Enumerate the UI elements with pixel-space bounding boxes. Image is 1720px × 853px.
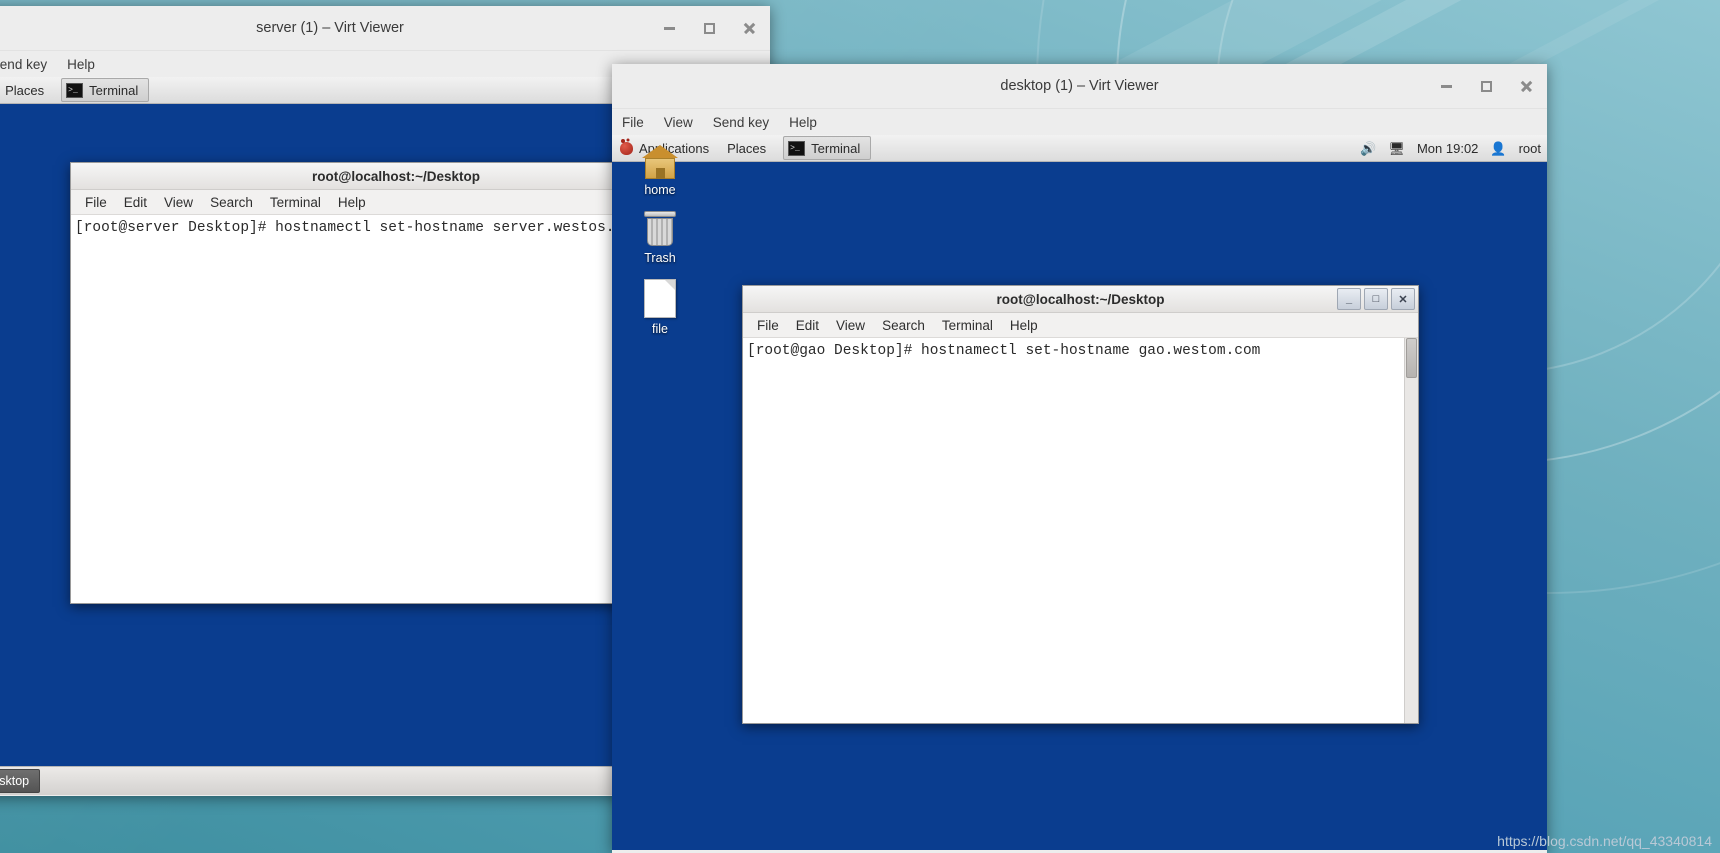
minimize-button[interactable] [658,17,680,39]
terminal-icon: >_ [788,141,805,156]
terminal-menu-search[interactable]: Search [210,195,253,210]
user-menu[interactable]: root [1519,141,1541,156]
volume-icon[interactable]: 🔊 [1360,142,1376,155]
terminal-title-text: root@localhost:~/Desktop [312,169,480,184]
user-icon: 👤 [1490,142,1506,155]
guest-display-desktop[interactable]: Applications Places >_ Terminal 🔊 🖥 Mon … [612,135,1547,850]
gnome-status-area: 🔊 🖥 Mon 19:02 👤 root [1360,135,1541,161]
places-menu[interactable]: Places [0,77,53,103]
terminal-scrollbar[interactable] [1404,338,1418,723]
trash-icon [643,211,677,247]
terminal-menu-terminal[interactable]: Terminal [942,318,993,333]
close-icon [743,22,756,35]
desktop-icon-trash[interactable]: Trash [612,211,708,265]
taskbar-item-terminal[interactable]: >_ Terminal [783,136,871,160]
virt-viewer-window-desktop[interactable]: desktop (1) – Virt Viewer File View Send… [612,64,1547,853]
terminal-menu-help[interactable]: Help [1010,318,1038,333]
menu-view[interactable]: View [664,115,693,130]
maximize-button[interactable] [698,17,720,39]
window-title-server: server (1) – Virt Viewer [0,6,770,50]
bottom-taskbar-item[interactable]: @localhost:~/Desktop [0,769,40,793]
window-controls-desktop [1435,64,1537,108]
terminal-menu-edit[interactable]: Edit [124,195,147,210]
menubar-desktop: File View Send key Help [612,109,1547,135]
taskbar-item-label: Terminal [811,141,860,156]
terminal-output-desktop[interactable]: [root@gao Desktop]# hostnamectl set-host… [743,338,1418,723]
terminal-close-button[interactable]: ✕ [1391,288,1415,310]
minimize-icon [1441,85,1452,88]
terminal-line: [root@gao Desktop]# hostnamectl set-host… [743,338,1418,360]
terminal-menu-view[interactable]: View [836,318,865,333]
minimize-button[interactable] [1435,75,1457,97]
terminal-titlebar-desktop[interactable]: root@localhost:~/Desktop _ □ ✕ [743,286,1418,313]
maximize-button[interactable] [1475,75,1497,97]
terminal-menu-edit[interactable]: Edit [796,318,819,333]
watermark: https://blog.csdn.net/qq_43340814 [1497,833,1712,849]
terminal-menu-file[interactable]: File [757,318,779,333]
maximize-icon [704,23,715,34]
titlebar-server[interactable]: server (1) – Virt Viewer [0,6,770,51]
terminal-maximize-button[interactable]: □ [1364,288,1388,310]
menu-send-key[interactable]: Send key [713,115,769,130]
taskbar-item-label: Terminal [89,83,138,98]
menu-help[interactable]: Help [789,115,817,130]
home-folder-icon [640,145,680,179]
titlebar-desktop[interactable]: desktop (1) – Virt Viewer [612,64,1547,109]
close-button[interactable] [1515,75,1537,97]
menu-send-key[interactable]: Send key [0,57,47,72]
desktop-icons-desktop: home Trash file [612,145,708,350]
desktop-icon-label: file [652,322,668,336]
clock[interactable]: Mon 19:02 [1417,141,1478,156]
terminal-window-desktop[interactable]: root@localhost:~/Desktop _ □ ✕ File Edit… [742,285,1419,724]
terminal-menu-file[interactable]: File [85,195,107,210]
window-title-desktop: desktop (1) – Virt Viewer [612,64,1547,108]
close-icon [1520,80,1533,93]
places-menu[interactable]: Places [718,135,775,161]
terminal-menu-search[interactable]: Search [882,318,925,333]
gnome-top-panel-desktop: Applications Places >_ Terminal 🔊 🖥 Mon … [612,135,1547,162]
taskbar-item-terminal[interactable]: >_ Terminal [61,78,149,102]
terminal-scrollbar-thumb[interactable] [1406,338,1417,378]
minimize-icon [664,27,675,30]
display-icon[interactable]: 🖥 [1388,142,1405,155]
desktop-icon-file[interactable]: file [612,279,708,336]
terminal-minimize-button[interactable]: _ [1337,288,1361,310]
terminal-menu-help[interactable]: Help [338,195,366,210]
window-controls-server [658,6,760,50]
terminal-window-controls: _ □ ✕ [1337,288,1415,310]
file-icon [644,279,676,318]
terminal-icon: >_ [66,83,83,98]
desktop-icon-label: Trash [644,251,676,265]
desktop-icon-label: home [644,183,675,197]
desktop-icon-home[interactable]: home [612,145,708,197]
maximize-icon [1481,81,1492,92]
terminal-menu-terminal[interactable]: Terminal [270,195,321,210]
menu-help[interactable]: Help [67,57,95,72]
terminal-menu-view[interactable]: View [164,195,193,210]
terminal-menubar-desktop: File Edit View Search Terminal Help [743,313,1418,338]
terminal-command-text: [root@server Desktop]# hostnamectl set-h… [75,220,641,236]
menu-file[interactable]: File [622,115,644,130]
terminal-title-text: root@localhost:~/Desktop [996,292,1164,307]
close-button[interactable] [738,17,760,39]
